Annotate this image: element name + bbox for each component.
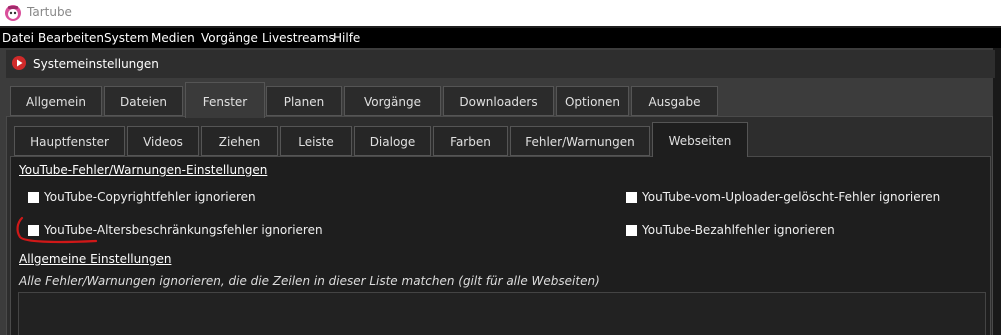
general-description: Alle Fehler/Warnungen ignorieren, die di… [19, 274, 600, 288]
uploader-deleted-checkbox-label[interactable]: YouTube-vom-Uploader-gelöscht-Fehler ign… [642, 190, 940, 204]
tab-vorgaenge[interactable]: Vorgänge [344, 86, 441, 116]
tab-fenster[interactable]: Fenster [185, 82, 265, 118]
tab-planen[interactable]: Planen [266, 86, 342, 116]
menu-system[interactable]: System [104, 31, 149, 45]
menu-livestreams[interactable]: Livestreams [262, 31, 335, 45]
dialog-title: Systemeinstellungen [33, 57, 159, 71]
menu-vorgaenge[interactable]: Vorgänge [201, 31, 258, 45]
subtab-leiste[interactable]: Leiste [280, 126, 352, 156]
payment-checkbox-label[interactable]: YouTube-Bezahlfehler ignorieren [642, 223, 835, 237]
tab-ausgabe[interactable]: Ausgabe [631, 86, 718, 116]
menubar: Datei Bearbeiten System Medien Vorgänge … [0, 28, 1001, 48]
tartube-logo-icon [5, 5, 21, 21]
tab-allgemein[interactable]: Allgemein [10, 86, 102, 116]
subtab-dialoge[interactable]: Dialoge [354, 126, 431, 156]
subtab-farben[interactable]: Farben [433, 126, 508, 156]
menu-bearbeiten[interactable]: Bearbeiten [38, 31, 104, 45]
uploader-deleted-checkbox[interactable] [626, 192, 637, 203]
copyright-checkbox-label[interactable]: YouTube-Copyrightfehler ignorieren [44, 190, 256, 204]
ignore-patterns-textarea[interactable] [18, 292, 986, 335]
subtab-webseiten[interactable]: Webseiten [652, 122, 748, 157]
menu-medien[interactable]: Medien [151, 31, 195, 45]
copyright-checkbox[interactable] [28, 192, 39, 203]
red-annotation-mark [16, 216, 98, 244]
menu-datei[interactable]: Datei [2, 31, 34, 45]
dialog-right-edge [993, 48, 1001, 335]
subtab-ziehen[interactable]: Ziehen [201, 126, 278, 156]
subtab-hauptfenster[interactable]: Hauptfenster [14, 126, 125, 156]
dialog-app-icon [12, 56, 26, 70]
dialog-titlebar: Systemeinstellungen [6, 50, 995, 78]
tab-dateien[interactable]: Dateien [104, 86, 183, 116]
payment-checkbox[interactable] [626, 225, 637, 236]
subtab-videos[interactable]: Videos [127, 126, 199, 156]
window-title: Tartube [27, 5, 72, 19]
subtab-fehler-warnungen[interactable]: Fehler/Warnungen [510, 126, 650, 156]
window-titlebar: Tartube [0, 0, 1001, 26]
tab-optionen[interactable]: Optionen [556, 86, 629, 116]
tab-downloaders[interactable]: Downloaders [443, 86, 554, 116]
general-section-title: Allgemeine Einstellungen [19, 252, 172, 266]
menu-hilfe[interactable]: Hilfe [333, 31, 360, 45]
youtube-section-title: YouTube-Fehler/Warnungen-Einstellungen [19, 163, 268, 177]
